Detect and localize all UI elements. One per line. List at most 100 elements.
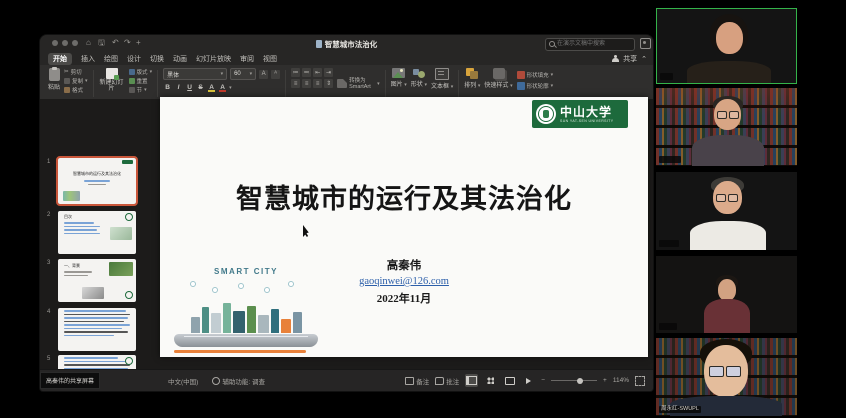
- bold-button[interactable]: B: [163, 82, 172, 92]
- city-skyline: [182, 297, 310, 333]
- collapse-ribbon-icon[interactable]: ⌃: [641, 55, 647, 63]
- tab-view[interactable]: 视图: [263, 54, 277, 64]
- normal-view-button[interactable]: [465, 374, 478, 387]
- participant-video-1[interactable]: [656, 8, 797, 84]
- align-left-button[interactable]: ≡: [291, 79, 300, 88]
- quick-styles-icon: [493, 68, 505, 79]
- slides-minis: 版式▾ 重置 节▾: [127, 67, 155, 95]
- line-spacing-button[interactable]: ⇕: [324, 79, 333, 88]
- slide-sorter-view-button[interactable]: [484, 374, 497, 387]
- cut-label: 剪切: [71, 68, 82, 76]
- participant-video-5[interactable]: 周永红-SWUPL: [656, 338, 797, 416]
- tab-home[interactable]: 开始: [48, 53, 72, 65]
- shape-outline-button[interactable]: 形状轮廓▾: [517, 82, 554, 90]
- search-input[interactable]: [557, 39, 631, 48]
- thumb2-image: [110, 227, 132, 240]
- participant-video-3[interactable]: [656, 172, 797, 250]
- indent-increase-button[interactable]: ⇥: [324, 68, 333, 77]
- tab-review[interactable]: 审阅: [240, 54, 254, 64]
- tab-animations[interactable]: 动画: [173, 54, 187, 64]
- thumb2-logo: [125, 213, 133, 221]
- reading-view-button[interactable]: [503, 374, 516, 387]
- ribbon-divider: [458, 70, 459, 97]
- paste-button[interactable]: 粘贴: [46, 67, 62, 92]
- underline-button[interactable]: U: [185, 82, 194, 92]
- accessibility-icon: [212, 377, 220, 385]
- reset-icon: [129, 78, 135, 84]
- insert-picture-button[interactable]: 图片 ▾: [389, 67, 409, 100]
- notes-button[interactable]: 备注: [405, 376, 429, 386]
- comments-button[interactable]: 批注: [435, 376, 459, 386]
- text-highlight-button[interactable]: A: [207, 82, 216, 92]
- font-color-button[interactable]: A: [218, 82, 227, 92]
- paste-icon: [49, 68, 60, 81]
- decrease-font-button[interactable]: ᴬ: [271, 70, 280, 79]
- align-right-button[interactable]: ≡: [313, 79, 322, 88]
- zoom-slider-knob[interactable]: [577, 378, 583, 384]
- fit-slide-button[interactable]: [635, 376, 645, 386]
- slides-group: 新建幻灯片 版式▾ 重置 节▾: [97, 67, 155, 100]
- slide-canvas[interactable]: 中山大学 SUN YAT-SEN UNIVERSITY 智慧城市的运行及其法治化…: [160, 97, 648, 357]
- tab-design[interactable]: 设计: [127, 54, 141, 64]
- comments-label: 批注: [446, 379, 459, 386]
- presenter-view-icon[interactable]: [640, 38, 651, 49]
- insert-shapes-button[interactable]: 形状 ▾: [409, 67, 429, 100]
- align-center-button[interactable]: ≡: [302, 79, 311, 88]
- insert-textbox-button[interactable]: 文本框 ▾: [429, 67, 455, 100]
- zoom-out-button[interactable]: −: [541, 377, 545, 384]
- accessibility-status[interactable]: 辅助功能: 调查: [212, 376, 265, 386]
- layout-button[interactable]: 版式▾: [129, 68, 153, 76]
- tab-transitions[interactable]: 切换: [150, 54, 164, 64]
- textbox-caret-icon: ▾: [451, 84, 454, 90]
- slide-thumbnail-3[interactable]: 一、背景: [58, 259, 136, 302]
- slide-thumbnail-2[interactable]: 目次: [58, 211, 136, 254]
- paragraph-group: ≔ ≕ ⇤ ⇥ ≡ ≡ ≡ ⇕: [289, 67, 335, 100]
- font-buttons-row: B I U S A A ▾: [163, 82, 280, 92]
- reset-label: 重置: [137, 77, 148, 85]
- font-name-select[interactable]: 黑体 ▾: [163, 68, 227, 80]
- language-status[interactable]: 中文(中国): [168, 376, 198, 386]
- font-size-select[interactable]: 60 ▾: [230, 68, 256, 80]
- copy-button[interactable]: 复制▾: [64, 77, 88, 85]
- highlight-color-bar: [208, 90, 215, 92]
- participant-video-2[interactable]: [656, 88, 797, 166]
- participant-face: [718, 279, 736, 301]
- bullets-button[interactable]: ≔: [291, 68, 300, 77]
- shapes-label: 形状 ▾: [411, 79, 427, 88]
- share-button[interactable]: 共享: [623, 54, 637, 64]
- thumb1-title: 智慧城市的运行及其法治化: [62, 171, 132, 177]
- convert-smartart-button[interactable]: 转换为SmartArt ▾: [335, 67, 382, 100]
- participant-glasses: [717, 111, 739, 119]
- font-size-caret-icon: ▾: [250, 71, 253, 77]
- increase-font-button[interactable]: A: [259, 70, 268, 79]
- tab-insert[interactable]: 插入: [81, 54, 95, 64]
- participant-video-4[interactable]: [656, 256, 797, 333]
- quick-styles-button[interactable]: 快速样式 ▾: [482, 67, 514, 100]
- new-slide-button[interactable]: 新建幻灯片: [97, 67, 127, 93]
- cut-button[interactable]: ✂剪切: [64, 68, 88, 76]
- reset-button[interactable]: 重置: [129, 77, 153, 85]
- slideshow-view-button[interactable]: [522, 374, 535, 387]
- shapes-caret-icon: ▾: [424, 82, 427, 88]
- arrange-button[interactable]: 排列 ▾: [462, 67, 482, 100]
- font-color-caret-icon: ▾: [229, 85, 232, 91]
- numbering-button[interactable]: ≕: [302, 68, 311, 77]
- italic-button[interactable]: I: [174, 82, 183, 92]
- strikethrough-button[interactable]: S: [196, 82, 205, 92]
- new-slide-icon: [106, 68, 118, 79]
- indent-decrease-button[interactable]: ⇤: [313, 68, 322, 77]
- tab-slideshow[interactable]: 幻灯片放映: [196, 54, 231, 64]
- slide-thumbnail-1[interactable]: 智慧城市的运行及其法治化: [58, 158, 136, 204]
- slide-thumbnail-5[interactable]: [58, 355, 136, 370]
- shape-fill-button[interactable]: 形状填充▾: [517, 71, 554, 79]
- zoom-slider[interactable]: [551, 380, 597, 381]
- search-box[interactable]: [545, 38, 635, 51]
- smart-city-label: SMART CITY: [172, 267, 320, 276]
- tab-draw[interactable]: 绘图: [104, 54, 118, 64]
- zoom-level[interactable]: 114%: [613, 377, 629, 384]
- zoom-in-button[interactable]: +: [603, 377, 607, 384]
- section-button[interactable]: 节▾: [129, 86, 153, 94]
- format-painter-button[interactable]: 格式: [64, 86, 88, 94]
- quick-styles-label: 快速样式 ▾: [484, 80, 512, 89]
- slide-thumbnail-4[interactable]: [58, 308, 136, 351]
